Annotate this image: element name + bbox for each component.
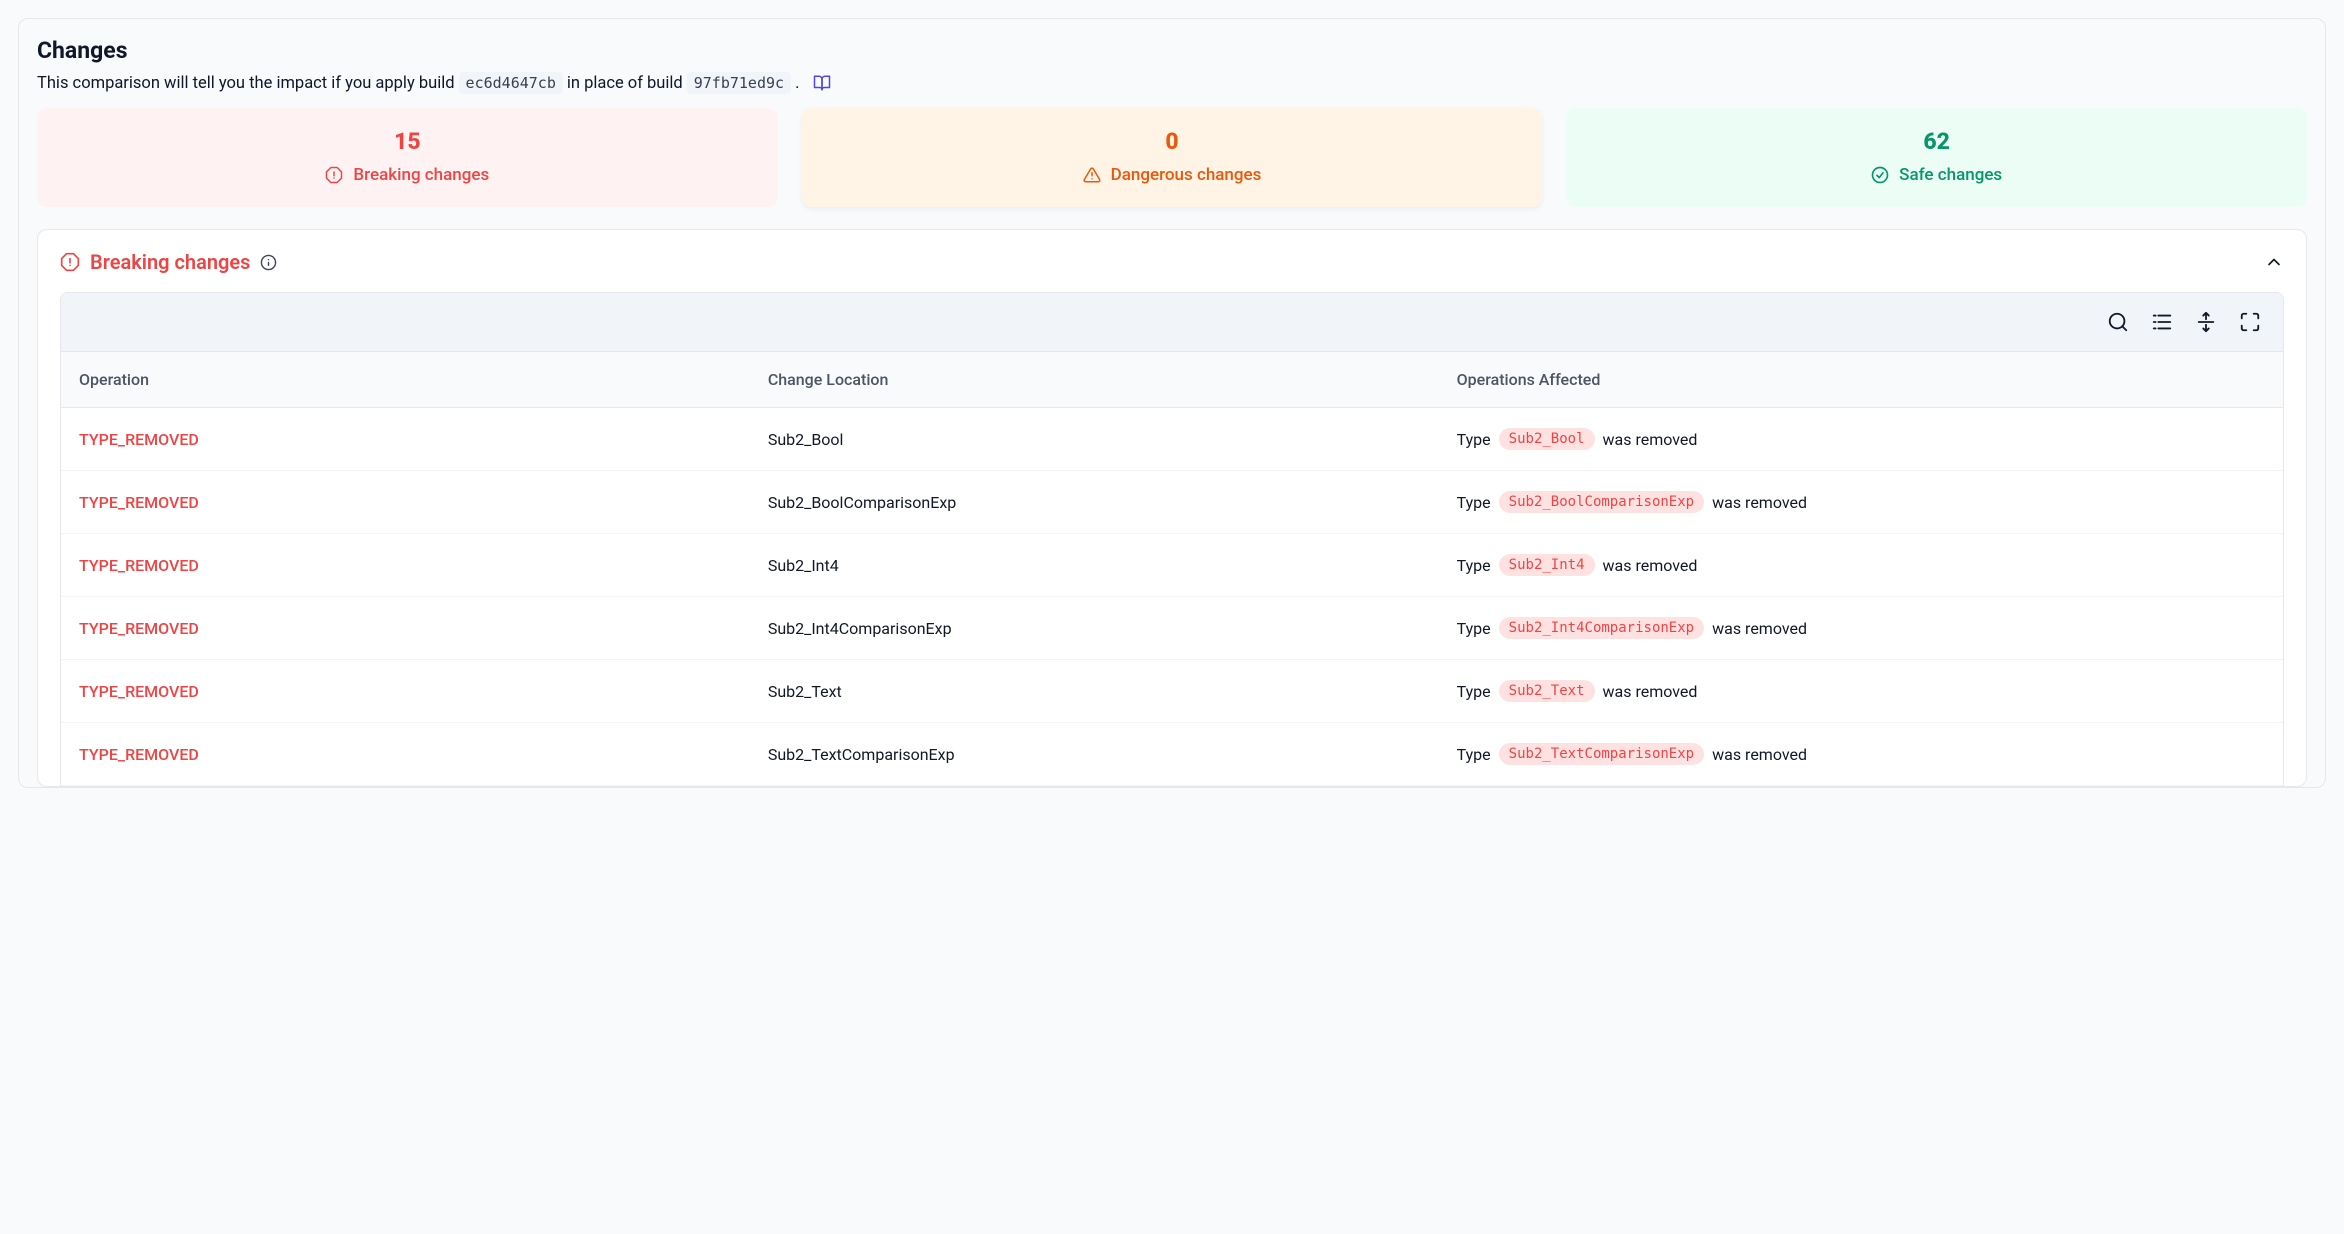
type-chip: Sub2_BoolComparisonExp (1499, 491, 1704, 513)
summary-card-safe[interactable]: 62 Safe changes (1566, 108, 2307, 207)
desc-text-prefix: This comparison will tell you the impact… (37, 74, 455, 93)
location-cell: Sub2_TextComparisonExp (750, 723, 1439, 786)
type-chip: Sub2_Int4ComparisonExp (1499, 617, 1704, 639)
changes-table: Operation Change Location Operations Aff… (61, 352, 2283, 786)
list-density-icon[interactable] (2151, 311, 2173, 333)
table-row[interactable]: TYPE_REMOVEDSub2_Int4TypeSub2_Int4was re… (61, 534, 2283, 597)
summary-card-breaking[interactable]: 15 Breaking changes (37, 108, 778, 207)
location-cell: Sub2_Int4 (750, 534, 1439, 597)
type-chip: Sub2_Bool (1499, 428, 1595, 450)
operation-cell: TYPE_REMOVED (61, 660, 750, 723)
affected-suffix: was removed (1712, 619, 1807, 638)
chevron-up-icon[interactable] (2264, 252, 2284, 272)
table-wrapper: Operation Change Location Operations Aff… (60, 292, 2284, 786)
type-chip: Sub2_Int4 (1499, 554, 1595, 576)
table-toolbar (61, 293, 2283, 352)
header: Changes This comparison will tell you th… (37, 37, 2307, 94)
affected-suffix: was removed (1712, 745, 1807, 764)
affected-prefix: Type (1457, 430, 1491, 449)
breaking-changes-section: Breaking changes (37, 229, 2307, 787)
page-title: Changes (37, 37, 2307, 64)
col-operation[interactable]: Operation (61, 352, 750, 408)
affected-prefix: Type (1457, 682, 1491, 701)
check-circle-icon (1871, 166, 1889, 184)
affected-suffix: was removed (1603, 682, 1698, 701)
operation-cell: TYPE_REMOVED (61, 471, 750, 534)
affected-cell: Type Sub2_TextComparisonExp was removed (1439, 723, 2283, 786)
affected-prefix: Type (1457, 556, 1491, 575)
affected-suffix: was removed (1712, 493, 1807, 512)
section-title: Breaking changes (90, 250, 250, 274)
safe-label-row: Safe changes (1576, 165, 2297, 185)
affected-prefix: Type (1457, 619, 1491, 638)
summary-row: 15 Breaking changes 0 Dangerous changes … (37, 108, 2307, 207)
table-header-row: Operation Change Location Operations Aff… (61, 352, 2283, 408)
affected-cell: Type Sub2_Bool was removed (1439, 408, 2283, 471)
summary-card-dangerous[interactable]: 0 Dangerous changes (802, 108, 1543, 207)
table-row[interactable]: TYPE_REMOVEDSub2_BoolComparisonExpTypeSu… (61, 471, 2283, 534)
affected-cell: Type Sub2_Int4 was removed (1439, 534, 2283, 597)
table-row[interactable]: TYPE_REMOVEDSub2_TextComparisonExpTypeSu… (61, 723, 2283, 786)
affected-cell: Type Sub2_BoolComparisonExp was removed (1439, 471, 2283, 534)
section-header-left: Breaking changes (60, 250, 277, 274)
operation-cell: TYPE_REMOVED (61, 723, 750, 786)
location-cell: Sub2_BoolComparisonExp (750, 471, 1439, 534)
alert-octagon-icon (325, 166, 343, 184)
operation-cell: TYPE_REMOVED (61, 408, 750, 471)
safe-count: 62 (1576, 128, 2297, 155)
expand-vertical-icon[interactable] (2195, 311, 2217, 333)
affected-cell: Type Sub2_Text was removed (1439, 660, 2283, 723)
affected-prefix: Type (1457, 745, 1491, 764)
build-new-chip: ec6d4647cb (459, 72, 563, 94)
location-cell: Sub2_Int4ComparisonExp (750, 597, 1439, 660)
breaking-count: 15 (47, 128, 768, 155)
operation-cell: TYPE_REMOVED (61, 534, 750, 597)
location-cell: Sub2_Bool (750, 408, 1439, 471)
build-old-chip: 97fb71ed9c (687, 72, 791, 94)
desc-text-suffix: . (795, 74, 799, 93)
type-chip: Sub2_Text (1499, 680, 1595, 702)
type-chip: Sub2_TextComparisonExp (1499, 743, 1704, 765)
search-icon[interactable] (2107, 311, 2129, 333)
col-operations-affected[interactable]: Operations Affected (1439, 352, 2283, 408)
desc-text-mid: in place of build (567, 74, 683, 93)
section-header[interactable]: Breaking changes (38, 230, 2306, 292)
breaking-label: Breaking changes (353, 165, 489, 185)
alert-triangle-icon (1083, 166, 1101, 184)
changes-panel: Changes This comparison will tell you th… (18, 18, 2326, 788)
docs-book-icon[interactable] (813, 74, 831, 92)
location-cell: Sub2_Text (750, 660, 1439, 723)
operation-cell: TYPE_REMOVED (61, 597, 750, 660)
table-row[interactable]: TYPE_REMOVEDSub2_BoolTypeSub2_Boolwas re… (61, 408, 2283, 471)
table-row[interactable]: TYPE_REMOVEDSub2_Int4ComparisonExpTypeSu… (61, 597, 2283, 660)
dangerous-label-row: Dangerous changes (812, 165, 1533, 185)
affected-prefix: Type (1457, 493, 1491, 512)
affected-suffix: was removed (1603, 556, 1698, 575)
table-row[interactable]: TYPE_REMOVEDSub2_TextTypeSub2_Textwas re… (61, 660, 2283, 723)
dangerous-label: Dangerous changes (1111, 165, 1262, 185)
dangerous-count: 0 (812, 128, 1533, 155)
info-icon[interactable] (260, 254, 277, 271)
safe-label: Safe changes (1899, 165, 2002, 185)
affected-cell: Type Sub2_Int4ComparisonExp was removed (1439, 597, 2283, 660)
breaking-label-row: Breaking changes (47, 165, 768, 185)
description: This comparison will tell you the impact… (37, 72, 2307, 94)
col-change-location[interactable]: Change Location (750, 352, 1439, 408)
fullscreen-icon[interactable] (2239, 311, 2261, 333)
alert-octagon-icon (60, 252, 80, 272)
affected-suffix: was removed (1603, 430, 1698, 449)
